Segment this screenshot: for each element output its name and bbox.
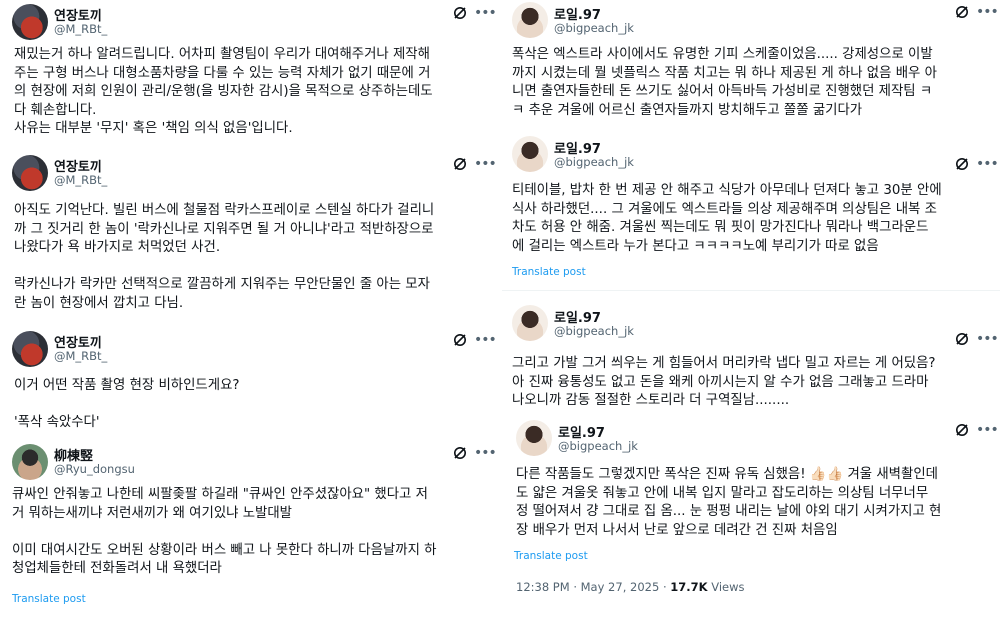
post-text: 이거 어떤 작품 촬영 현장 비하인드게요? '폭삭 속았수다'	[14, 378, 240, 431]
more-icon[interactable]: •••	[474, 5, 497, 21]
divider	[502, 290, 1000, 291]
avatar[interactable]	[512, 136, 548, 172]
more-icon[interactable]: •••	[474, 332, 497, 348]
more-icon[interactable]: •••	[474, 445, 497, 461]
avatar[interactable]	[512, 2, 548, 38]
grok-icon[interactable]	[954, 156, 970, 172]
translate-post-link[interactable]: Translate post	[12, 593, 86, 605]
more-icon[interactable]: •••	[976, 331, 999, 347]
post-text: 폭삭은 엑스트라 사이에서도 유명한 기피 스케줄이었음..... 강제성으로 …	[512, 47, 937, 118]
handle[interactable]: @bigpeach_jk	[554, 155, 634, 169]
grok-icon[interactable]	[452, 445, 468, 461]
post-time: 12:38 PM	[516, 580, 570, 594]
more-icon[interactable]: •••	[474, 156, 497, 172]
grok-icon[interactable]	[954, 4, 970, 20]
handle[interactable]: @bigpeach_jk	[554, 21, 634, 35]
post-text: 아직도 기억난다. 빌린 버스에 철물점 락카스프레이로 스텐실 하다가 걸리니…	[14, 203, 435, 311]
separator-dot: ·	[573, 580, 581, 594]
avatar[interactable]	[512, 305, 548, 341]
post-date: May 27, 2025	[580, 580, 660, 594]
handle[interactable]: @M_RBt_	[54, 173, 107, 187]
tweet-right-1: 로일.97 @bigpeach_jk ••• 폭삭은 엑스트라 사이에서도 유명…	[502, 0, 1000, 130]
handle[interactable]: @M_RBt_	[54, 22, 107, 36]
handle[interactable]: @M_RBt_	[54, 349, 107, 363]
avatar[interactable]	[12, 331, 48, 367]
grok-icon[interactable]	[452, 332, 468, 348]
grok-icon[interactable]	[452, 156, 468, 172]
grok-icon[interactable]	[452, 5, 468, 21]
tweet-left-3: 연장토끼 @M_RBt_ ••• 이거 어떤 작품 촬영 현장 비하인드게요? '…	[0, 327, 498, 437]
tweet-left-1: 연장토끼 @M_RBt_ ••• 재밌는거 하나 알려드립니다. 어차피 촬영팀…	[0, 0, 498, 150]
tweet-right-3: 로일.97 @bigpeach_jk ••• 그리고 가발 그거 씌우는 게 힘…	[502, 303, 1000, 415]
avatar[interactable]	[12, 155, 48, 191]
avatar[interactable]	[12, 4, 48, 40]
handle[interactable]: @bigpeach_jk	[554, 324, 634, 338]
handle[interactable]: @Ryu_dongsu	[54, 462, 135, 476]
tweet-left-2: 연장토끼 @M_RBt_ ••• 아직도 기억난다. 빌린 버스에 철물점 락카…	[0, 152, 498, 324]
post-timestamp[interactable]: 12:38 PM · May 27, 2025 · 17.7K Views	[516, 580, 745, 594]
tweet-right-2: 로일.97 @bigpeach_jk ••• 티테이블, 밥차 한 번 제공 안…	[502, 134, 1000, 284]
avatar[interactable]	[516, 420, 552, 456]
post-text: 재밌는거 하나 알려드립니다. 어차피 촬영팀이 우리가 대여해주거나 제작해 주…	[14, 47, 433, 137]
views-count: 17.7K	[670, 580, 708, 594]
more-icon[interactable]: •••	[976, 4, 999, 20]
grok-icon[interactable]	[954, 422, 970, 438]
views-label: Views	[711, 580, 745, 594]
translate-post-link[interactable]: Translate post	[512, 266, 586, 278]
grok-icon[interactable]	[954, 331, 970, 347]
post-text: 다른 작품들도 그렇겠지만 폭삭은 진짜 유독 심했음! 👍🏻👍🏻 겨울 새벽촬…	[516, 467, 942, 538]
post-text: 큐싸인 안줘놓고 나한테 씨팔좆팔 하길래 "큐싸인 안주셨잖아요" 했다고 저…	[12, 487, 437, 577]
avatar[interactable]	[12, 444, 48, 480]
post-text: 티테이블, 밥차 한 번 제공 안 해주고 식당가 아무데나 던져다 놓고 30…	[512, 183, 942, 254]
handle[interactable]: @bigpeach_jk	[558, 439, 638, 453]
tweet-left-4: 柳棟竪 @Ryu_dongsu ••• 큐싸인 안줘놓고 나한테 씨팔좆팔 하길…	[0, 440, 498, 623]
post-text: 그리고 가발 그거 씌우는 게 힘들어서 머리카락 냅다 밀고 자르는 게 어딨…	[512, 356, 936, 409]
more-icon[interactable]: •••	[976, 156, 999, 172]
tweet-right-4: 로일.97 @bigpeach_jk ••• 다른 작품들도 그렇겠지만 폭삭은…	[502, 418, 1000, 623]
translate-post-link[interactable]: Translate post	[514, 550, 588, 562]
more-icon[interactable]: •••	[976, 422, 999, 438]
